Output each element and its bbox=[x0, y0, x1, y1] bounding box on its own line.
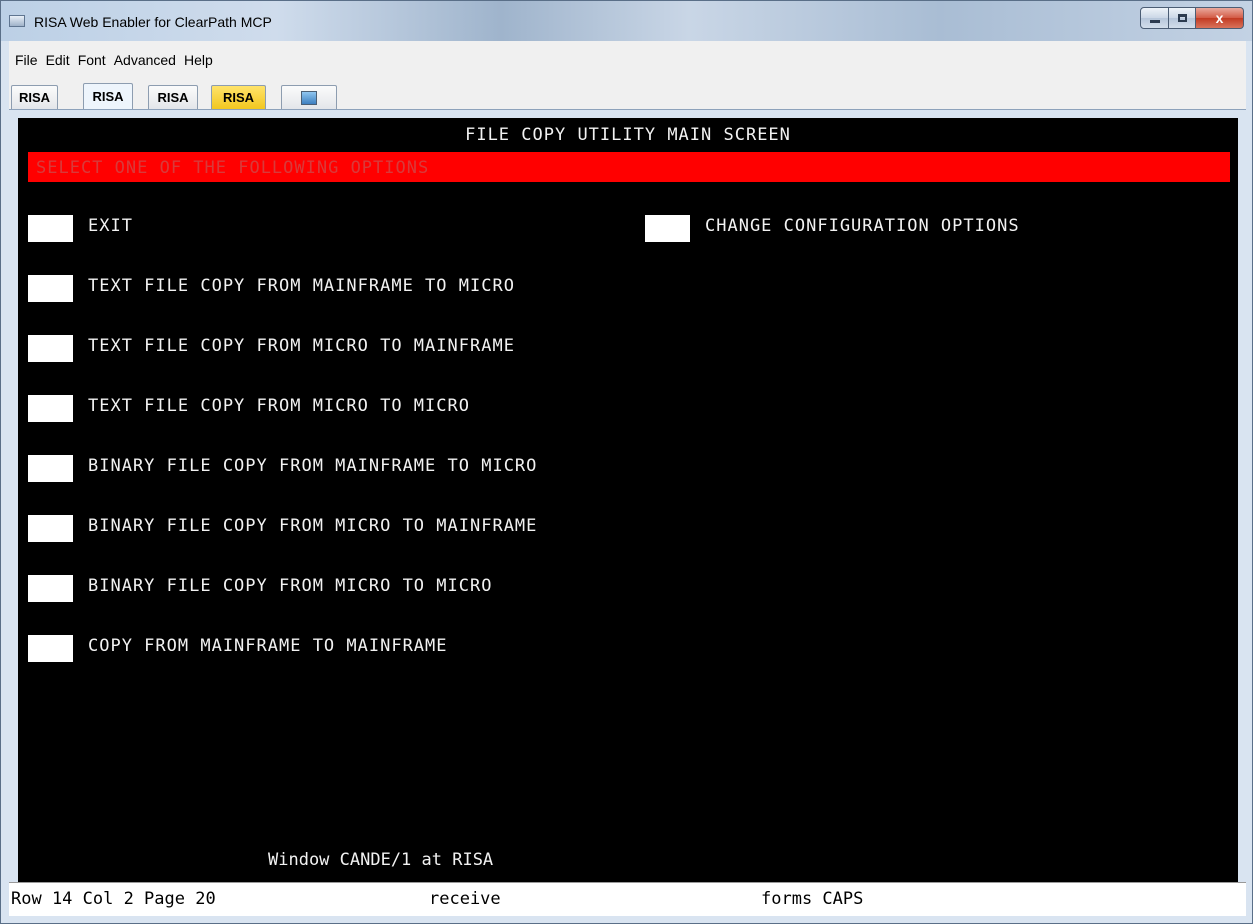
option-binary-mf-micro-field[interactable] bbox=[28, 455, 73, 482]
menu-file[interactable]: File bbox=[15, 52, 38, 68]
minimize-button[interactable] bbox=[1140, 7, 1169, 29]
option-mf-mf-label: COPY FROM MAINFRAME TO MAINFRAME bbox=[88, 636, 448, 656]
menu-font[interactable]: Font bbox=[78, 52, 106, 68]
close-button[interactable]: x bbox=[1196, 7, 1244, 29]
window-controls: x bbox=[1140, 7, 1244, 29]
tab-risa-4[interactable]: RISA bbox=[211, 85, 266, 109]
menu-help[interactable]: Help bbox=[184, 52, 213, 68]
tab-new-session[interactable] bbox=[281, 85, 337, 109]
option-binary-micro-micro-label: BINARY FILE COPY FROM MICRO TO MICRO bbox=[88, 576, 493, 596]
option-config-label: CHANGE CONFIGURATION OPTIONS bbox=[705, 216, 1020, 236]
option-binary-micro-mf-label: BINARY FILE COPY FROM MICRO TO MAINFRAME bbox=[88, 516, 538, 536]
prompt-text: SELECT ONE OF THE FOLLOWING OPTIONS bbox=[36, 158, 430, 178]
tab-risa-3[interactable]: RISA bbox=[148, 85, 198, 109]
option-binary-micro-micro-field[interactable] bbox=[28, 575, 73, 602]
app-icon bbox=[9, 15, 25, 27]
terminal-icon bbox=[301, 90, 317, 105]
option-text-mf-micro-field[interactable] bbox=[28, 275, 73, 302]
app-window: RISA Web Enabler for ClearPath MCP x Fil… bbox=[0, 0, 1253, 924]
close-icon: x bbox=[1215, 10, 1224, 26]
maximize-button[interactable] bbox=[1169, 7, 1196, 29]
option-text-micro-mf-field[interactable] bbox=[28, 335, 73, 362]
status-bar: Row 14 Col 2 Page 20 receive forms CAPS bbox=[9, 882, 1246, 916]
tab-label: RISA bbox=[222, 90, 255, 105]
menu-bar: File Edit Font Advanced Help bbox=[9, 41, 1246, 81]
tab-label: RISA bbox=[18, 90, 51, 105]
tab-label: RISA bbox=[157, 90, 189, 105]
cursor-position: Row 14 Col 2 Page 20 bbox=[11, 889, 216, 909]
status-mode: receive bbox=[429, 889, 501, 909]
window-info: Window CANDE/1 at RISA bbox=[268, 850, 494, 870]
session-tabs: RISA RISA RISA RISA bbox=[9, 81, 1246, 110]
prompt-bar: SELECT ONE OF THE FOLLOWING OPTIONS bbox=[28, 152, 1230, 182]
option-text-micro-micro-field[interactable] bbox=[28, 395, 73, 422]
menu-edit[interactable]: Edit bbox=[46, 52, 70, 68]
option-binary-micro-mf-field[interactable] bbox=[28, 515, 73, 542]
minimize-icon bbox=[1149, 20, 1160, 23]
tab-risa-1[interactable]: RISA bbox=[11, 85, 58, 109]
screen-title: FILE COPY UTILITY MAIN SCREEN bbox=[465, 125, 791, 145]
maximize-icon bbox=[1177, 14, 1187, 22]
menu-advanced[interactable]: Advanced bbox=[114, 52, 176, 68]
tab-label: RISA bbox=[92, 89, 124, 104]
tab-risa-2[interactable]: RISA bbox=[83, 83, 133, 109]
option-text-micro-micro-label: TEXT FILE COPY FROM MICRO TO MICRO bbox=[88, 396, 470, 416]
option-exit-label: EXIT bbox=[88, 216, 133, 236]
window-title: RISA Web Enabler for ClearPath MCP bbox=[34, 14, 272, 30]
terminal-screen[interactable]: FILE COPY UTILITY MAIN SCREEN SELECT ONE… bbox=[18, 118, 1238, 882]
option-text-mf-micro-label: TEXT FILE COPY FROM MAINFRAME TO MICRO bbox=[88, 276, 515, 296]
option-binary-mf-micro-label: BINARY FILE COPY FROM MAINFRAME TO MICRO bbox=[88, 456, 538, 476]
option-mf-mf-field[interactable] bbox=[28, 635, 73, 662]
option-exit-field[interactable] bbox=[28, 215, 73, 242]
status-flags: forms CAPS bbox=[761, 889, 864, 909]
option-text-micro-mf-label: TEXT FILE COPY FROM MICRO TO MAINFRAME bbox=[88, 336, 515, 356]
option-config-field[interactable] bbox=[645, 215, 690, 242]
title-bar[interactable]: RISA Web Enabler for ClearPath MCP x bbox=[1, 1, 1252, 41]
